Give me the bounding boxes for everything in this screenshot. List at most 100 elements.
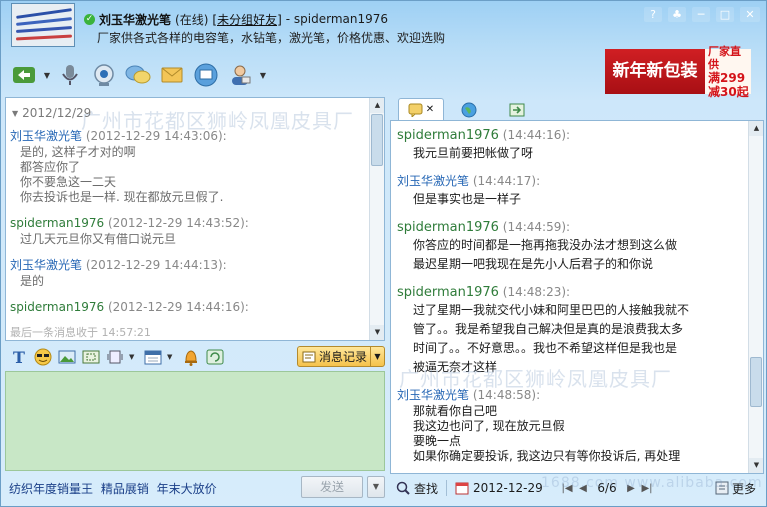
scroll-thumb[interactable] — [371, 114, 383, 166]
group-chat-button[interactable] — [121, 60, 155, 90]
last-page-icon[interactable]: ▶| — [641, 483, 653, 494]
recent-messages-pane[interactable]: ▼ 2012/12/29 刘玉华激光笔 (2012-12-29 14:43:06… — [5, 97, 385, 341]
divider — [446, 480, 448, 496]
message-line: 你去投诉也是一样. 现在都放元旦假了. — [20, 190, 224, 204]
right-scrollbar[interactable]: ▲ ▼ — [748, 121, 763, 473]
message-time: (14:48:23): — [502, 285, 571, 299]
contact-info-button[interactable] — [223, 60, 257, 90]
scroll-down-icon[interactable]: ▼ — [370, 325, 384, 340]
message-item: spiderman1976 (14:44:16): 我元旦前要把帐做了呀 — [397, 127, 743, 163]
close-tab-icon[interactable]: ✕ — [426, 104, 434, 115]
message-header: spiderman1976 (14:48:23): — [397, 284, 743, 301]
message-item: 刘玉华激光笔 (2012-12-29 14:43:06): 是的, 这样子才对的… — [10, 128, 368, 205]
message-line: 被逼无奈才这样 — [413, 360, 498, 374]
image-button[interactable] — [57, 347, 77, 367]
message-sender: spiderman1976 — [397, 128, 499, 143]
message-line: 我这边也问了, 现在放元旦假 — [413, 419, 565, 433]
message-line: 是的 — [20, 274, 45, 288]
video-button[interactable] — [87, 60, 121, 90]
chat-window: ✓ 刘玉华激光笔 (在线) [未分组好友] - spiderman1976 厂家… — [0, 0, 767, 507]
tab-forward[interactable] — [494, 98, 540, 120]
message-sender: spiderman1976 — [397, 220, 499, 235]
left-scrollbar[interactable]: ▲ ▼ — [369, 98, 384, 340]
send-button[interactable]: 发送 — [301, 476, 363, 498]
message-line: 管了。。我是希望我自己解决但是真的是浪费我太多 — [413, 322, 684, 336]
calendar-icon[interactable] — [455, 481, 469, 495]
shake-dropdown-icon[interactable]: ▼ — [129, 353, 139, 361]
message-sender: 刘玉华激光笔 — [397, 174, 470, 188]
contact-name[interactable]: 刘玉华激光笔 — [99, 11, 171, 28]
message-time: (14:44:17): — [472, 174, 541, 188]
more-tools-dropdown-icon[interactable]: ▼ — [257, 71, 269, 80]
message-header: 刘玉华激光笔 (14:44:17): — [397, 173, 743, 190]
next-page-icon[interactable]: ▶ — [625, 483, 637, 494]
scroll-up-icon[interactable]: ▲ — [370, 98, 384, 113]
voice-button[interactable] — [53, 60, 87, 90]
left-panel: ▼ 2012/12/29 刘玉华激光笔 (2012-12-29 14:43:06… — [5, 97, 385, 501]
message-record-button[interactable]: 消息记录 ▼ — [297, 346, 385, 367]
message-item: 刘玉华激光笔 (2012-12-29 14:44:13): 是的 — [10, 257, 368, 289]
message-line: 时间了。。不好意思。。我也不希望这样但是我也是 — [413, 341, 678, 355]
message-header: 刘玉华激光笔 (2012-12-29 14:43:06): — [10, 128, 368, 145]
window-controls: ? ♣ ─ □ ✕ — [644, 7, 760, 22]
message-line: 是的, 这样子才对的啊 — [20, 145, 136, 159]
font-button[interactable]: T — [9, 347, 29, 367]
search-label[interactable]: 查找 — [414, 480, 438, 497]
shake-button[interactable] — [105, 347, 125, 367]
message-time: (2012-12-29 14:44:16): — [107, 300, 249, 314]
close-button[interactable]: ✕ — [740, 7, 760, 22]
transfer-file-button[interactable] — [7, 60, 41, 90]
scroll-up-icon[interactable]: ▲ — [749, 121, 763, 136]
minimize-button[interactable]: ─ — [692, 7, 710, 22]
tab-web[interactable] — [446, 98, 492, 120]
contact-avatar[interactable] — [11, 3, 75, 47]
collapse-triangle-icon[interactable]: ▼ — [12, 109, 18, 118]
refresh-icon — [206, 349, 224, 365]
skin-icon[interactable]: ♣ — [668, 7, 686, 22]
scroll-thumb[interactable] — [750, 357, 762, 407]
bell-button[interactable] — [181, 347, 201, 367]
email-button[interactable] — [155, 60, 189, 90]
user-profile-icon — [232, 65, 251, 85]
refresh-button[interactable] — [205, 347, 225, 367]
search-icon[interactable] — [396, 481, 410, 495]
chat-history-pane[interactable]: spiderman1976 (14:44:16): 我元旦前要把帐做了呀 刘玉华… — [390, 120, 764, 474]
help-icon[interactable]: ? — [644, 7, 662, 22]
remote-assist-button[interactable] — [189, 60, 223, 90]
picture-icon — [58, 350, 76, 364]
calendar-dropdown-icon[interactable]: ▼ — [167, 353, 177, 361]
edit-toolbar: T ▼ ▼ 消息记录 ▼ — [5, 345, 385, 369]
message-line: 如果你确定要投诉, 我这边只有等你投诉后, 再处理 — [413, 449, 681, 463]
pen-image-2 — [15, 17, 73, 26]
scroll-down-icon[interactable]: ▼ — [749, 458, 763, 473]
message-sender: spiderman1976 — [10, 300, 105, 314]
chat-bubbles-icon — [125, 65, 151, 84]
message-header: spiderman1976 (14:44:59): — [397, 219, 743, 236]
message-line: 我元旦前要把帐做了呀 — [413, 146, 534, 160]
message-line: 那就看你自己吧 — [413, 404, 498, 418]
tab-chat-history[interactable]: ✕ — [398, 98, 444, 120]
send-options-dropdown-icon[interactable]: ▼ — [367, 476, 385, 498]
promo-banner[interactable]: 新年新包装 厂家直供 满299 减30起 — [605, 45, 751, 99]
history-date[interactable]: 2012-12-29 — [473, 481, 557, 495]
prev-page-icon[interactable]: ◀ — [577, 483, 589, 494]
message-input[interactable] — [5, 371, 385, 471]
calendar-button[interactable] — [143, 347, 163, 367]
group-link[interactable]: [未分组好友] — [212, 11, 281, 28]
transfer-dropdown-icon[interactable]: ▼ — [41, 71, 53, 80]
promo-side: 厂家直供 满299 减30起 — [705, 45, 751, 99]
message-line: 最迟星期一吧我现在是先小人后君子的和你说 — [413, 257, 654, 271]
message-line: 你不要急这一二天 — [20, 175, 117, 189]
first-page-icon[interactable]: |◀ — [561, 483, 573, 494]
promo-link[interactable]: 纺织年度销量王 精品展销 年末大放价 — [9, 480, 217, 497]
screenshot-button[interactable] — [81, 347, 101, 367]
more-button[interactable]: 更多 — [715, 480, 764, 497]
message-header: spiderman1976 (14:44:16): — [397, 127, 743, 144]
message-record-dropdown-icon[interactable]: ▼ — [370, 347, 384, 366]
message-record-label: 消息记录 — [319, 350, 368, 364]
emoticon-button[interactable] — [33, 347, 53, 367]
date-separator: ▼ 2012/12/29 — [12, 106, 91, 120]
message-item: spiderman1976 (14:48:23): 过了星期一我就交代小妹和阿里… — [397, 284, 743, 377]
maximize-button[interactable]: □ — [716, 7, 734, 22]
arrow-right-icon — [509, 103, 525, 116]
